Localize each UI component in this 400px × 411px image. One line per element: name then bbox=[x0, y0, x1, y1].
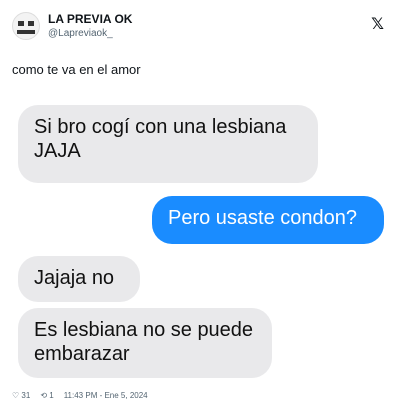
heart-icon: ♡ bbox=[12, 391, 20, 400]
tweet-timestamp[interactable]: 11:43 PM - Ene 5, 2024 bbox=[64, 391, 148, 400]
retweet-count: 1 bbox=[49, 391, 54, 400]
x-logo-icon[interactable]: 𝕏 bbox=[371, 14, 384, 34]
avatar[interactable] bbox=[12, 12, 40, 40]
like-count: 31 bbox=[21, 391, 31, 400]
account-handle[interactable]: @Lapreviaok_ bbox=[48, 28, 113, 39]
chat-screenshot: Si bro cogí con una lesbiana JAJA Pero u… bbox=[12, 88, 388, 383]
message-bubble-received: Es lesbiana no se puede embarazar bbox=[18, 308, 272, 378]
message-bubble-received: Si bro cogí con una lesbiana JAJA bbox=[18, 105, 318, 183]
retweet-icon: ⟲ bbox=[40, 391, 48, 400]
tweet-footer: ♡ 31 ⟲ 1 11:43 PM - Ene 5, 2024 bbox=[12, 391, 148, 400]
message-bubble-received: Jajaja no bbox=[18, 256, 140, 302]
tweet-header: LA PREVIA OK @Lapreviaok_ 𝕏 bbox=[12, 8, 388, 44]
like-action[interactable]: ♡ 31 bbox=[12, 391, 30, 400]
message-bubble-sent: Pero usaste condon? bbox=[152, 196, 384, 244]
retweet-action[interactable]: ⟲ 1 bbox=[40, 391, 53, 400]
account-name[interactable]: LA PREVIA OK bbox=[48, 12, 132, 26]
tweet-text: como te va en el amor bbox=[12, 62, 141, 77]
